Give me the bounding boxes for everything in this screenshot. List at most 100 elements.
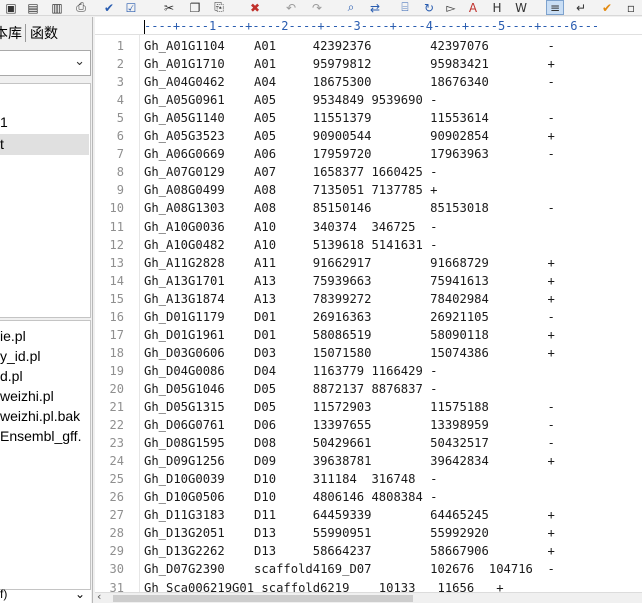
- code-line[interactable]: Gh_A07G0129 A07 1658377 1660425 -: [144, 163, 438, 181]
- line-number: 6: [116, 129, 124, 143]
- code-line[interactable]: Gh_D04G0086 D04 1163779 1166429 -: [144, 362, 438, 380]
- line-number: 17: [109, 328, 124, 342]
- line-number: 9: [116, 183, 124, 197]
- paste-icon[interactable]: ⎘: [210, 0, 228, 15]
- scroll-left-icon[interactable]: ‹: [97, 590, 101, 603]
- find-replace-icon[interactable]: ⇄: [366, 0, 384, 15]
- line-number: 10: [109, 201, 124, 215]
- file-item[interactable]: d.pl: [0, 366, 89, 386]
- code-line[interactable]: Gh_A05G3523 A05 90900544 90902854 +: [144, 127, 555, 145]
- left-panel: 本库 函数 ⌄ 1 t ie.pl y_id.pl d.pl weizhi.pl…: [0, 17, 93, 603]
- code-line[interactable]: Gh_A04G0462 A04 18675300 18676340 -: [144, 73, 555, 91]
- code-line[interactable]: Gh_A01G1104 A01 42392376 42397076 -: [144, 37, 555, 55]
- code-line[interactable]: Gh_A01G1710 A01 95979812 95983421 +: [144, 55, 555, 73]
- file-filter-dropdown[interactable]: f) ⌄: [0, 587, 91, 603]
- line-number: 20: [109, 382, 124, 396]
- copy-icon[interactable]: ❐: [186, 0, 204, 15]
- print-icon[interactable]: ⎙: [72, 0, 90, 15]
- column-mode-icon[interactable]: ≡: [546, 0, 564, 15]
- word-wrap-icon[interactable]: ↵: [572, 0, 590, 15]
- tree-item[interactable]: 1: [0, 112, 89, 133]
- hex-icon[interactable]: H: [488, 0, 506, 15]
- line-number: 11: [109, 220, 124, 234]
- goto-icon[interactable]: ▻: [442, 0, 460, 15]
- file-item[interactable]: ie.pl: [0, 326, 89, 346]
- code-line[interactable]: Gh_A10G0036 A10 340374 346725 -: [144, 218, 438, 236]
- line-number: 29: [109, 544, 124, 558]
- file-filter-value: f): [0, 587, 8, 601]
- check-icon[interactable]: ✔: [100, 0, 118, 15]
- find-in-files-icon[interactable]: ⌸: [396, 0, 414, 15]
- line-number: 18: [109, 346, 124, 360]
- code-line[interactable]: Gh_D11G3183 D11 64459339 64465245 +: [144, 506, 555, 524]
- line-number: 8: [116, 165, 124, 179]
- folder-dropdown[interactable]: ⌄: [0, 50, 91, 76]
- code-line[interactable]: Gh_A05G1140 A05 11551379 11553614 -: [144, 109, 555, 127]
- code-line[interactable]: Gh_D09G1256 D09 39638781 39642834 +: [144, 452, 555, 470]
- cut-icon[interactable]: ✂: [160, 0, 178, 15]
- ruler-ticks: ----+----1----+----2----+----3----+----4…: [144, 19, 600, 33]
- chevron-down-icon: ⌄: [74, 54, 85, 69]
- code-line[interactable]: Gh_D08G1595 D08 50429661 50432517 -: [144, 434, 555, 452]
- scroll-thumb[interactable]: [113, 595, 413, 602]
- file-item[interactable]: Ensembl_gff.: [0, 426, 89, 446]
- save-all-icon[interactable]: ▤: [24, 0, 42, 15]
- undo-icon[interactable]: ↶: [282, 0, 300, 15]
- line-number: 5: [116, 111, 124, 125]
- tab-functions[interactable]: 函数: [30, 23, 58, 43]
- panel-tabs: 本库 函数: [0, 22, 92, 44]
- code-line[interactable]: Gh_D03G0606 D03 15071580 15074386 +: [144, 344, 555, 362]
- replace-icon[interactable]: ↻: [420, 0, 438, 15]
- file-item[interactable]: y_id.pl: [0, 346, 89, 366]
- font-icon[interactable]: A: [464, 0, 482, 15]
- tree-item-selected[interactable]: t: [0, 134, 89, 155]
- redo-icon[interactable]: ↷: [308, 0, 326, 15]
- code-line[interactable]: Gh_D05G1315 D05 11572903 11575188 -: [144, 398, 555, 416]
- line-number: 15: [109, 292, 124, 306]
- folder-tree: 1 t: [0, 83, 91, 318]
- code-line[interactable]: Gh_A11G2828 A11 91662917 91668729 +: [144, 254, 555, 272]
- spellcheck-icon[interactable]: ☑: [122, 0, 140, 15]
- code-line[interactable]: Gh_A13G1701 A13 75939663 75941613 +: [144, 272, 555, 290]
- code-line[interactable]: Gh_D13G2051 D13 55990951 55992920 +: [144, 524, 555, 542]
- code-line[interactable]: Gh_D01G1179 D01 26916363 26921105 -: [144, 308, 555, 326]
- file-item[interactable]: weizhi.pl: [0, 386, 89, 406]
- tab-library[interactable]: 本库: [0, 23, 22, 43]
- delete-icon[interactable]: ✖: [246, 0, 264, 15]
- toolbar: ▣ ▤ ▥ ⎙ ✔ ☑ ✂ ❐ ⎘ ✖ ↶ ↷ ⌕ ⇄ ⌸ ↻ ▻ A H W …: [0, 0, 642, 16]
- file-list: ie.pl y_id.pl d.pl weizhi.pl weizhi.pl.b…: [0, 320, 91, 600]
- gutter-divider: [139, 35, 140, 595]
- line-number: 26: [109, 490, 124, 504]
- code-line[interactable]: Gh_A13G1874 A13 78399272 78402984 +: [144, 290, 555, 308]
- editor-pane[interactable]: ----+----1----+----2----+----3----+----4…: [95, 17, 642, 603]
- code-line[interactable]: Gh_A05G0961 A05 9534849 9539690 -: [144, 91, 438, 109]
- code-line[interactable]: Gh_D05G1046 D05 8872137 8876837 -: [144, 380, 438, 398]
- checkmark-icon[interactable]: ✔: [598, 0, 616, 15]
- code-line[interactable]: Gh_D10G0039 D10 311184 316748 -: [144, 470, 438, 488]
- line-number: 7: [116, 147, 124, 161]
- find-icon[interactable]: ⌕: [342, 0, 360, 15]
- code-line[interactable]: Gh_D13G2262 D13 58664237 58667906 +: [144, 542, 555, 560]
- wrap-icon[interactable]: W: [512, 0, 530, 15]
- line-number: 3: [116, 75, 124, 89]
- file-item[interactable]: weizhi.pl.bak: [0, 406, 89, 426]
- code-line[interactable]: Gh_D07G2390 scaffold4169_D07 102676 1047…: [144, 560, 555, 578]
- code-line[interactable]: Gh_D01G1961 D01 58086519 58090118 +: [144, 326, 555, 344]
- line-number: 23: [109, 436, 124, 450]
- line-number: 27: [109, 508, 124, 522]
- code-line[interactable]: Gh_D06G0761 D06 13397655 13398959 -: [144, 416, 555, 434]
- code-line[interactable]: Gh_A06G0669 A06 17959720 17963963 -: [144, 145, 555, 163]
- line-number: 14: [109, 274, 124, 288]
- horizontal-scrollbar[interactable]: ‹: [95, 590, 642, 603]
- code-line[interactable]: Gh_A08G1303 A08 85150146 85153018 -: [144, 199, 555, 217]
- line-number: 2: [116, 57, 124, 71]
- toolbar-overflow-icon[interactable]: ▫: [622, 0, 640, 15]
- line-number: 16: [109, 310, 124, 324]
- print-preview-icon[interactable]: ▥: [48, 0, 66, 15]
- line-number: 19: [109, 364, 124, 378]
- save-icon[interactable]: ▣: [2, 0, 20, 15]
- code-line[interactable]: Gh_A10G0482 A10 5139618 5141631 -: [144, 236, 438, 254]
- tab-separator: [25, 24, 26, 42]
- code-line[interactable]: Gh_D10G0506 D10 4806146 4808384 -: [144, 488, 438, 506]
- code-line[interactable]: Gh_A08G0499 A08 7135051 7137785 +: [144, 181, 438, 199]
